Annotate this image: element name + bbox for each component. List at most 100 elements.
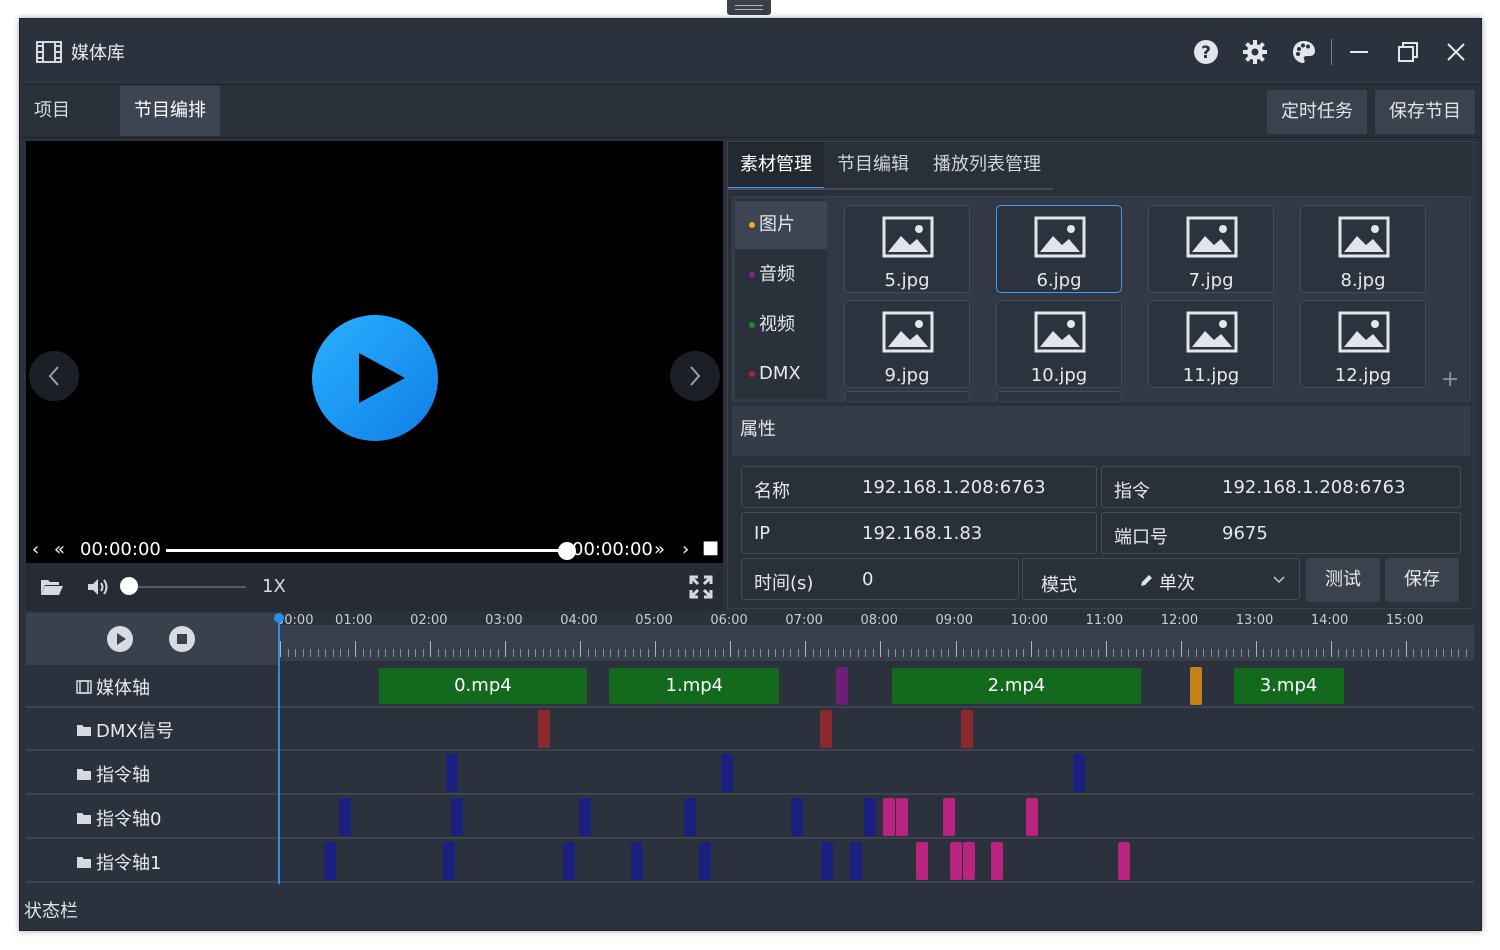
- fast-forward-icon[interactable]: »: [654, 539, 665, 560]
- tab-program-edit[interactable]: 节目编辑: [825, 142, 921, 190]
- volume-slider[interactable]: [126, 586, 246, 588]
- gear-icon[interactable]: [1240, 37, 1270, 67]
- command-marker[interactable]: [916, 842, 928, 880]
- volume-icon[interactable]: [86, 577, 110, 597]
- command-marker[interactable]: [339, 798, 351, 836]
- command-marker[interactable]: [324, 842, 336, 880]
- command-marker[interactable]: [1073, 754, 1085, 792]
- thumbnail-item[interactable]: 10.jpg: [996, 300, 1122, 388]
- command-marker[interactable]: [631, 842, 643, 880]
- category-images[interactable]: 图片: [735, 201, 827, 249]
- thumbnail-item[interactable]: 5.jpg: [844, 205, 970, 293]
- folder-open-icon[interactable]: [40, 577, 64, 597]
- audio-marker[interactable]: [836, 667, 848, 705]
- tab-asset-management[interactable]: 素材管理: [728, 142, 824, 190]
- command-marker[interactable]: [1026, 798, 1038, 836]
- category-dmx[interactable]: DMX: [735, 350, 827, 398]
- dmx-marker[interactable]: [538, 710, 550, 748]
- command-marker[interactable]: [1118, 842, 1130, 880]
- timeline-play-button[interactable]: [107, 626, 133, 652]
- timeline-stop-button[interactable]: [169, 626, 195, 652]
- thumbnail-label: 10.jpg: [1030, 365, 1088, 386]
- media-clip[interactable]: 2.mp4: [891, 668, 1141, 704]
- previous-arrow-button[interactable]: [29, 351, 79, 401]
- rewind-icon[interactable]: «: [54, 539, 65, 560]
- prev-frame-icon[interactable]: ‹: [32, 539, 39, 560]
- command-marker[interactable]: [579, 798, 591, 836]
- tab-program-arrange[interactable]: 节目编排: [120, 86, 220, 136]
- thumbnail-partial[interactable]: [996, 391, 1122, 401]
- media-clip[interactable]: 1.mp4: [609, 668, 780, 704]
- thumbnail-item[interactable]: 12.jpg: [1300, 300, 1426, 388]
- command-marker[interactable]: [791, 798, 803, 836]
- command-marker[interactable]: [699, 842, 711, 880]
- play-button[interactable]: [312, 315, 438, 441]
- category-audio[interactable]: 音频: [735, 251, 827, 299]
- image-marker[interactable]: [1190, 667, 1202, 705]
- command-marker[interactable]: [943, 798, 955, 836]
- volume-handle[interactable]: [120, 577, 138, 595]
- port-field[interactable]: 端口号 9675: [1101, 512, 1461, 554]
- thumbnail-item[interactable]: 6.jpg: [996, 205, 1122, 293]
- dmx-marker[interactable]: [961, 710, 973, 748]
- command-marker[interactable]: [991, 842, 1003, 880]
- seek-bar[interactable]: [166, 549, 566, 552]
- save-button[interactable]: 保存: [1385, 558, 1459, 602]
- command-marker[interactable]: [443, 842, 455, 880]
- command-marker[interactable]: [950, 842, 962, 880]
- media-clip[interactable]: 3.mp4: [1233, 668, 1344, 704]
- track-label[interactable]: 指令轴: [76, 761, 150, 787]
- fullscreen-icon[interactable]: [689, 575, 713, 599]
- thumbnail-item[interactable]: 7.jpg: [1148, 205, 1274, 293]
- command-marker[interactable]: [563, 842, 575, 880]
- command-marker[interactable]: [864, 798, 876, 836]
- next-arrow-button[interactable]: [670, 351, 720, 401]
- ip-field[interactable]: IP 192.168.1.83: [741, 512, 1097, 554]
- media-clip[interactable]: 0.mp4: [379, 668, 587, 704]
- ruler-label: 14:00: [1310, 613, 1349, 628]
- track-label[interactable]: 指令轴1: [76, 849, 161, 875]
- restore-icon[interactable]: [1393, 37, 1423, 67]
- minimize-icon[interactable]: [1344, 37, 1374, 67]
- schedule-button[interactable]: 定时任务: [1267, 90, 1367, 134]
- thumbnail-item[interactable]: 8.jpg: [1300, 205, 1426, 293]
- thumbnail-item[interactable]: 9.jpg: [844, 300, 970, 388]
- name-field[interactable]: 名称 192.168.1.208:6763: [741, 466, 1097, 508]
- command-marker[interactable]: [896, 798, 908, 836]
- next-frame-icon[interactable]: ›: [682, 539, 689, 560]
- add-media-icon[interactable]: +: [1441, 367, 1459, 392]
- thumbnail-item[interactable]: 11.jpg: [1148, 300, 1274, 388]
- command-marker[interactable]: [684, 798, 696, 836]
- track-label[interactable]: 指令轴0: [76, 805, 161, 831]
- help-icon[interactable]: ?: [1191, 37, 1221, 67]
- command-marker[interactable]: [850, 842, 862, 880]
- window-drag-handle[interactable]: [727, 0, 771, 15]
- tab-playlist-management[interactable]: 播放列表管理: [921, 142, 1053, 190]
- playback-speed[interactable]: 1X: [262, 576, 286, 597]
- video-preview[interactable]: [26, 141, 723, 563]
- track-label[interactable]: 媒体轴: [76, 674, 150, 700]
- playhead[interactable]: [278, 615, 280, 884]
- close-icon[interactable]: [1441, 37, 1471, 67]
- tab-project[interactable]: 项目: [20, 86, 84, 136]
- command-marker[interactable]: [883, 798, 895, 836]
- test-button[interactable]: 测试: [1306, 558, 1380, 602]
- command-marker[interactable]: [721, 754, 733, 792]
- time-field[interactable]: 时间(s) 0: [741, 558, 1019, 600]
- mode-select[interactable]: 模式 单次: [1022, 558, 1300, 600]
- command-marker[interactable]: [451, 798, 463, 836]
- timeline-ruler[interactable]: 00:00 01:00 02:00 03:00 04:00 05:00 06:00 07:00…: [278, 613, 1474, 665]
- command-marker[interactable]: [446, 754, 458, 792]
- command-marker[interactable]: [963, 842, 975, 880]
- thumbnail-partial[interactable]: [844, 391, 970, 401]
- playhead-handle[interactable]: [274, 613, 284, 623]
- command-field[interactable]: 指令 192.168.1.208:6763: [1101, 466, 1461, 508]
- stop-icon[interactable]: ■: [702, 537, 719, 558]
- save-program-button[interactable]: 保存节目: [1375, 90, 1475, 134]
- category-video[interactable]: 视频: [735, 301, 827, 349]
- dmx-marker[interactable]: [820, 710, 832, 748]
- track-label[interactable]: DMX信号: [76, 717, 174, 743]
- ruler-tick: [565, 649, 567, 657]
- command-marker[interactable]: [821, 842, 833, 880]
- palette-icon[interactable]: [1289, 37, 1319, 67]
